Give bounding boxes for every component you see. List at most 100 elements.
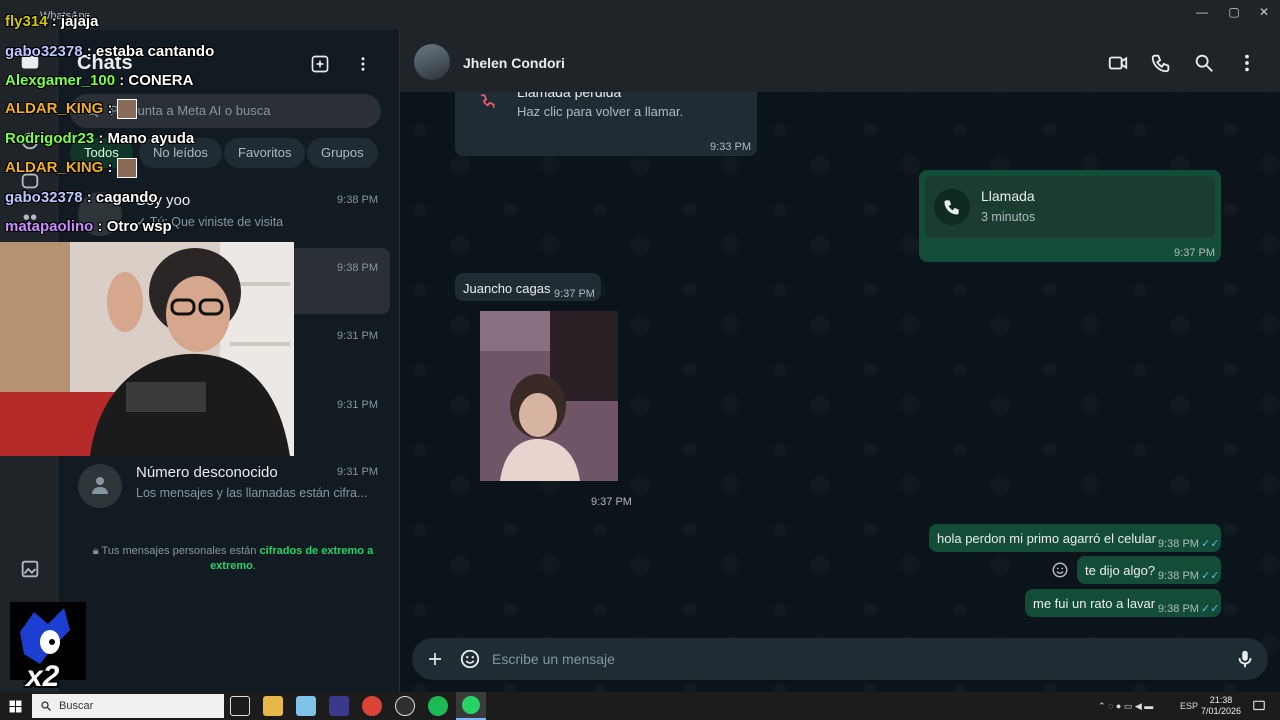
chat-message: Otro wsp	[106, 218, 172, 235]
chat-username: fly314	[5, 13, 48, 30]
emote-icon	[116, 99, 137, 119]
lock-icon: 🔒︎	[92, 545, 99, 557]
attach-plus-icon[interactable]	[426, 650, 444, 668]
windows-taskbar: Buscar ⌃ ◌ ● ▭ ◀ ▬ ESP 21:38 7/01/2026	[0, 692, 1280, 720]
maximize-button[interactable]: ▢	[1224, 4, 1244, 20]
call-message[interactable]: Llamada 3 minutos 9:37 PM	[919, 170, 1221, 262]
outgoing-text-message[interactable]: te dijo algo? 9:38 PM ✓✓	[1077, 556, 1221, 584]
menu-kebab-icon[interactable]	[354, 54, 372, 74]
missed-call-message[interactable]: Llamada perdida Haz clic para volver a l…	[455, 92, 757, 156]
whatsapp-icon	[462, 696, 480, 714]
incoming-text-message[interactable]: Juancho cagas 9:37 PM	[455, 273, 601, 301]
stream-chat-line: fly314 : jajaja	[5, 13, 99, 30]
spotify-icon[interactable]	[428, 696, 448, 716]
chat-username: gabo32378	[5, 189, 83, 206]
whatsapp-taskbar-button[interactable]	[456, 692, 486, 720]
message-text: te dijo algo?	[1085, 563, 1156, 578]
multiplier-badge: x2	[26, 660, 60, 693]
media-gallery-icon[interactable]	[19, 558, 41, 580]
chat-time: 9:31 PM	[337, 399, 378, 411]
notepad-icon[interactable]	[296, 696, 316, 716]
phone-call-icon[interactable]	[1150, 52, 1172, 74]
chrome-icon[interactable]	[362, 696, 382, 716]
call-icon	[934, 189, 970, 225]
message-text: Juancho cagas	[463, 281, 551, 296]
app-icon[interactable]	[329, 696, 349, 716]
windows-start-icon[interactable]	[9, 700, 22, 713]
chat-message: Mano ayuda	[107, 130, 195, 147]
contact-avatar[interactable]	[414, 44, 450, 80]
video-call-icon[interactable]	[1107, 52, 1129, 74]
call-subtitle: 3 minutos	[981, 210, 1036, 224]
message-input[interactable]: Escribe un mensaje	[492, 651, 615, 667]
task-view-icon[interactable]	[230, 696, 250, 716]
chat-message: jajaja	[60, 13, 99, 30]
message-text: me fui un rato a lavar	[1033, 596, 1156, 611]
stream-chat-line: gabo32378 : cagando	[5, 189, 158, 206]
encryption-note-end: .	[252, 560, 256, 572]
filter-groups[interactable]: Grupos	[307, 138, 378, 168]
chat-message: CONERA	[128, 72, 194, 89]
webcam-image	[0, 242, 294, 456]
encryption-note-text: Tus mensajes personales están	[101, 545, 257, 557]
outgoing-text-message[interactable]: hola perdon mi primo agarró el celular 9…	[929, 524, 1221, 552]
notifications-icon[interactable]	[1252, 699, 1266, 713]
chat-message: cagando	[95, 189, 158, 206]
taskbar-clock[interactable]: 21:38 7/01/2026	[1196, 695, 1246, 717]
message-text: hola perdon mi primo agarró el celular	[937, 531, 1156, 546]
contact-name[interactable]: Jhelen Condori	[463, 55, 565, 71]
chat-time: 9:38 PM	[337, 194, 378, 206]
incoming-photo[interactable]	[480, 311, 618, 481]
emote-icon	[116, 158, 137, 178]
sonic-overlay: x2	[10, 602, 86, 693]
sticker-emoji-icon[interactable]	[459, 648, 481, 670]
search-icon[interactable]	[1193, 52, 1215, 74]
close-button[interactable]: ✕	[1254, 4, 1274, 20]
photo-image	[480, 311, 618, 481]
stream-chat-line: Alexgamer_100 : CONERA	[5, 72, 194, 89]
read-ticks-icon: ✓✓	[1201, 570, 1220, 582]
message-time: 9:37 PM	[1174, 247, 1215, 259]
message-time: 9:33 PM	[710, 141, 751, 153]
message-time: 9:38 PM	[1158, 538, 1199, 550]
system-tray-icons[interactable]: ⌃ ◌ ● ▭ ◀ ▬	[1098, 701, 1153, 712]
missed-call-icon	[481, 94, 495, 108]
avatar	[78, 464, 122, 508]
file-explorer-icon[interactable]	[263, 696, 283, 716]
call-card[interactable]: Llamada 3 minutos	[925, 176, 1215, 238]
missed-call-subtitle: Haz clic para volver a llamar.	[517, 104, 684, 119]
chat-preview: Los mensajes y las llamadas están cifra.…	[136, 486, 368, 500]
filter-favorites[interactable]: Favoritos	[224, 138, 306, 168]
minimize-button[interactable]: —	[1192, 4, 1212, 20]
chat-username: Alexgamer_100	[5, 72, 116, 89]
stream-chat-line: ALDAR_KING :	[5, 158, 137, 178]
encryption-note: 🔒︎ Tus mensajes personales están cifrado…	[88, 544, 378, 574]
chat-username: Rodrigodr23	[5, 130, 95, 147]
message-time: 9:38 PM	[1158, 603, 1199, 615]
chat-username: ALDAR_KING	[5, 158, 104, 176]
webcam-overlay	[0, 242, 294, 456]
clock-date: 7/01/2026	[1200, 706, 1242, 716]
new-chat-icon[interactable]	[310, 54, 330, 74]
stream-chat-line: matapaolino : Otro wsp	[5, 218, 172, 235]
chat-list-item[interactable]: Número desconocido 9:31 PM Los mensajes …	[70, 452, 390, 518]
call-title: Llamada	[981, 188, 1035, 204]
window-titlebar: WhatsApp — ▢ ✕	[0, 0, 1280, 30]
read-ticks-icon: ✓✓	[1201, 538, 1220, 550]
stream-chat-line: Rodrigodr23 : Mano ayuda	[5, 130, 195, 147]
outgoing-text-message[interactable]: me fui un rato a lavar 9:38 PM ✓✓	[1025, 589, 1221, 617]
screen: WhatsApp — ▢ ✕ Chats Pregunta a Meta AI …	[0, 0, 1280, 720]
chat-message: estaba cantando	[95, 43, 215, 60]
taskbar-search[interactable]: Buscar	[32, 694, 224, 718]
chat-time: 9:31 PM	[337, 466, 378, 478]
message-time: 9:37 PM	[554, 288, 595, 300]
message-time: 9:37 PM	[591, 496, 632, 508]
microphone-icon[interactable]	[1234, 648, 1256, 670]
emoji-react-icon[interactable]	[1051, 561, 1069, 579]
menu-kebab-icon[interactable]	[1236, 52, 1258, 74]
obs-icon[interactable]	[395, 696, 415, 716]
search-icon	[41, 701, 51, 711]
stream-chat-line: ALDAR_KING :	[5, 99, 137, 119]
message-composer: Escribe un mensaje	[412, 638, 1268, 680]
conversation-panel: Jhelen Condori Llamada perdida Haz clic …	[400, 30, 1280, 692]
